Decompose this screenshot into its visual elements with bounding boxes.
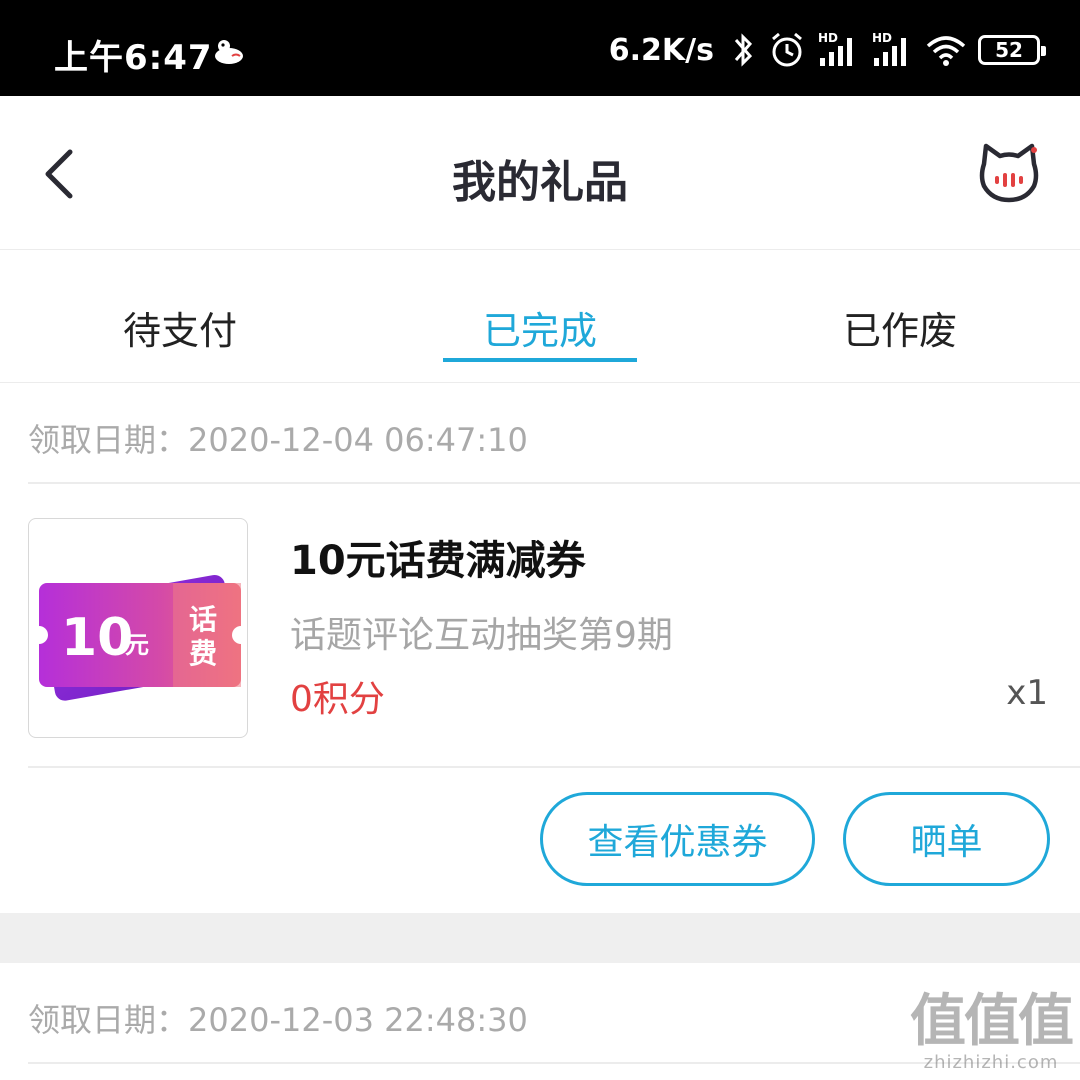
signal-hd-icon: HD [818,31,852,66]
tab-label: 已完成 [482,309,597,353]
battery-icon: 52 [978,35,1046,65]
view-coupon-label: 查看优惠券 [587,822,768,863]
gift-name[interactable]: 10元话费满减券 [290,528,586,586]
order-date: 领取日期：2020-12-03 22:48:30 [28,1001,528,1039]
tab-label: 待支付 [122,309,237,353]
net-speed: 6.2K/s [608,32,714,68]
section-separator [0,913,1080,963]
share-order-button[interactable]: 晒单 [843,792,1050,886]
status-time: 上午6:47 [54,38,213,78]
status-indicators: 6.2K/s HD HD 52 [608,28,1046,72]
battery-level: 52 [995,38,1023,62]
tab-label: 已作废 [842,309,957,353]
gift-points: 0积分 [290,679,385,720]
watermark-url: zhizhizhi.com [923,1052,1059,1073]
share-order-label: 晒单 [910,822,983,863]
page-title: 我的礼品 [452,157,628,208]
order-date: 领取日期：2020-12-04 06:47:10 [28,421,528,459]
site-watermark: 值值值 zhizhizhi.com [910,989,1074,1074]
gift-quantity: x1 [1006,673,1048,713]
tab-completed[interactable]: 已完成 [360,250,720,382]
bluetooth-icon [734,33,753,67]
order-status-tabs: 待支付 已完成 已作废 [0,250,1080,383]
view-coupon-button[interactable]: 查看优惠券 [540,792,815,886]
svg-text:HD: HD [872,31,892,45]
status-bar: 上午6:47 6.2K/s HD HD 52 [0,0,1080,96]
divider [28,482,1080,484]
watermark-logo: 值值值 [910,989,1074,1054]
active-tab-indicator [443,358,637,362]
nav-header: 我的礼品 [0,96,1080,250]
cat-service-icon[interactable] [978,142,1040,204]
gift-source: 话题评论互动抽奖第9期 [290,615,673,656]
coupon-tag-line1: 话 [189,603,217,636]
wifi-icon [926,36,966,66]
divider [28,766,1080,768]
app-notification-icon [215,40,243,64]
coupon-unit: 元 [125,631,149,659]
tab-pending-payment[interactable]: 待支付 [0,250,360,382]
coupon-tag-line2: 费 [189,637,217,670]
tab-voided[interactable]: 已作废 [720,250,1080,382]
coupon-amount: 10 [61,608,133,668]
svg-text:HD: HD [818,31,838,45]
signal-hd-icon-2: HD [872,31,906,66]
gift-thumbnail[interactable]: 10 元 话 费 [28,518,248,738]
alarm-icon [772,32,802,67]
phone-credit-coupon-image: 10 元 话 费 [30,575,247,701]
